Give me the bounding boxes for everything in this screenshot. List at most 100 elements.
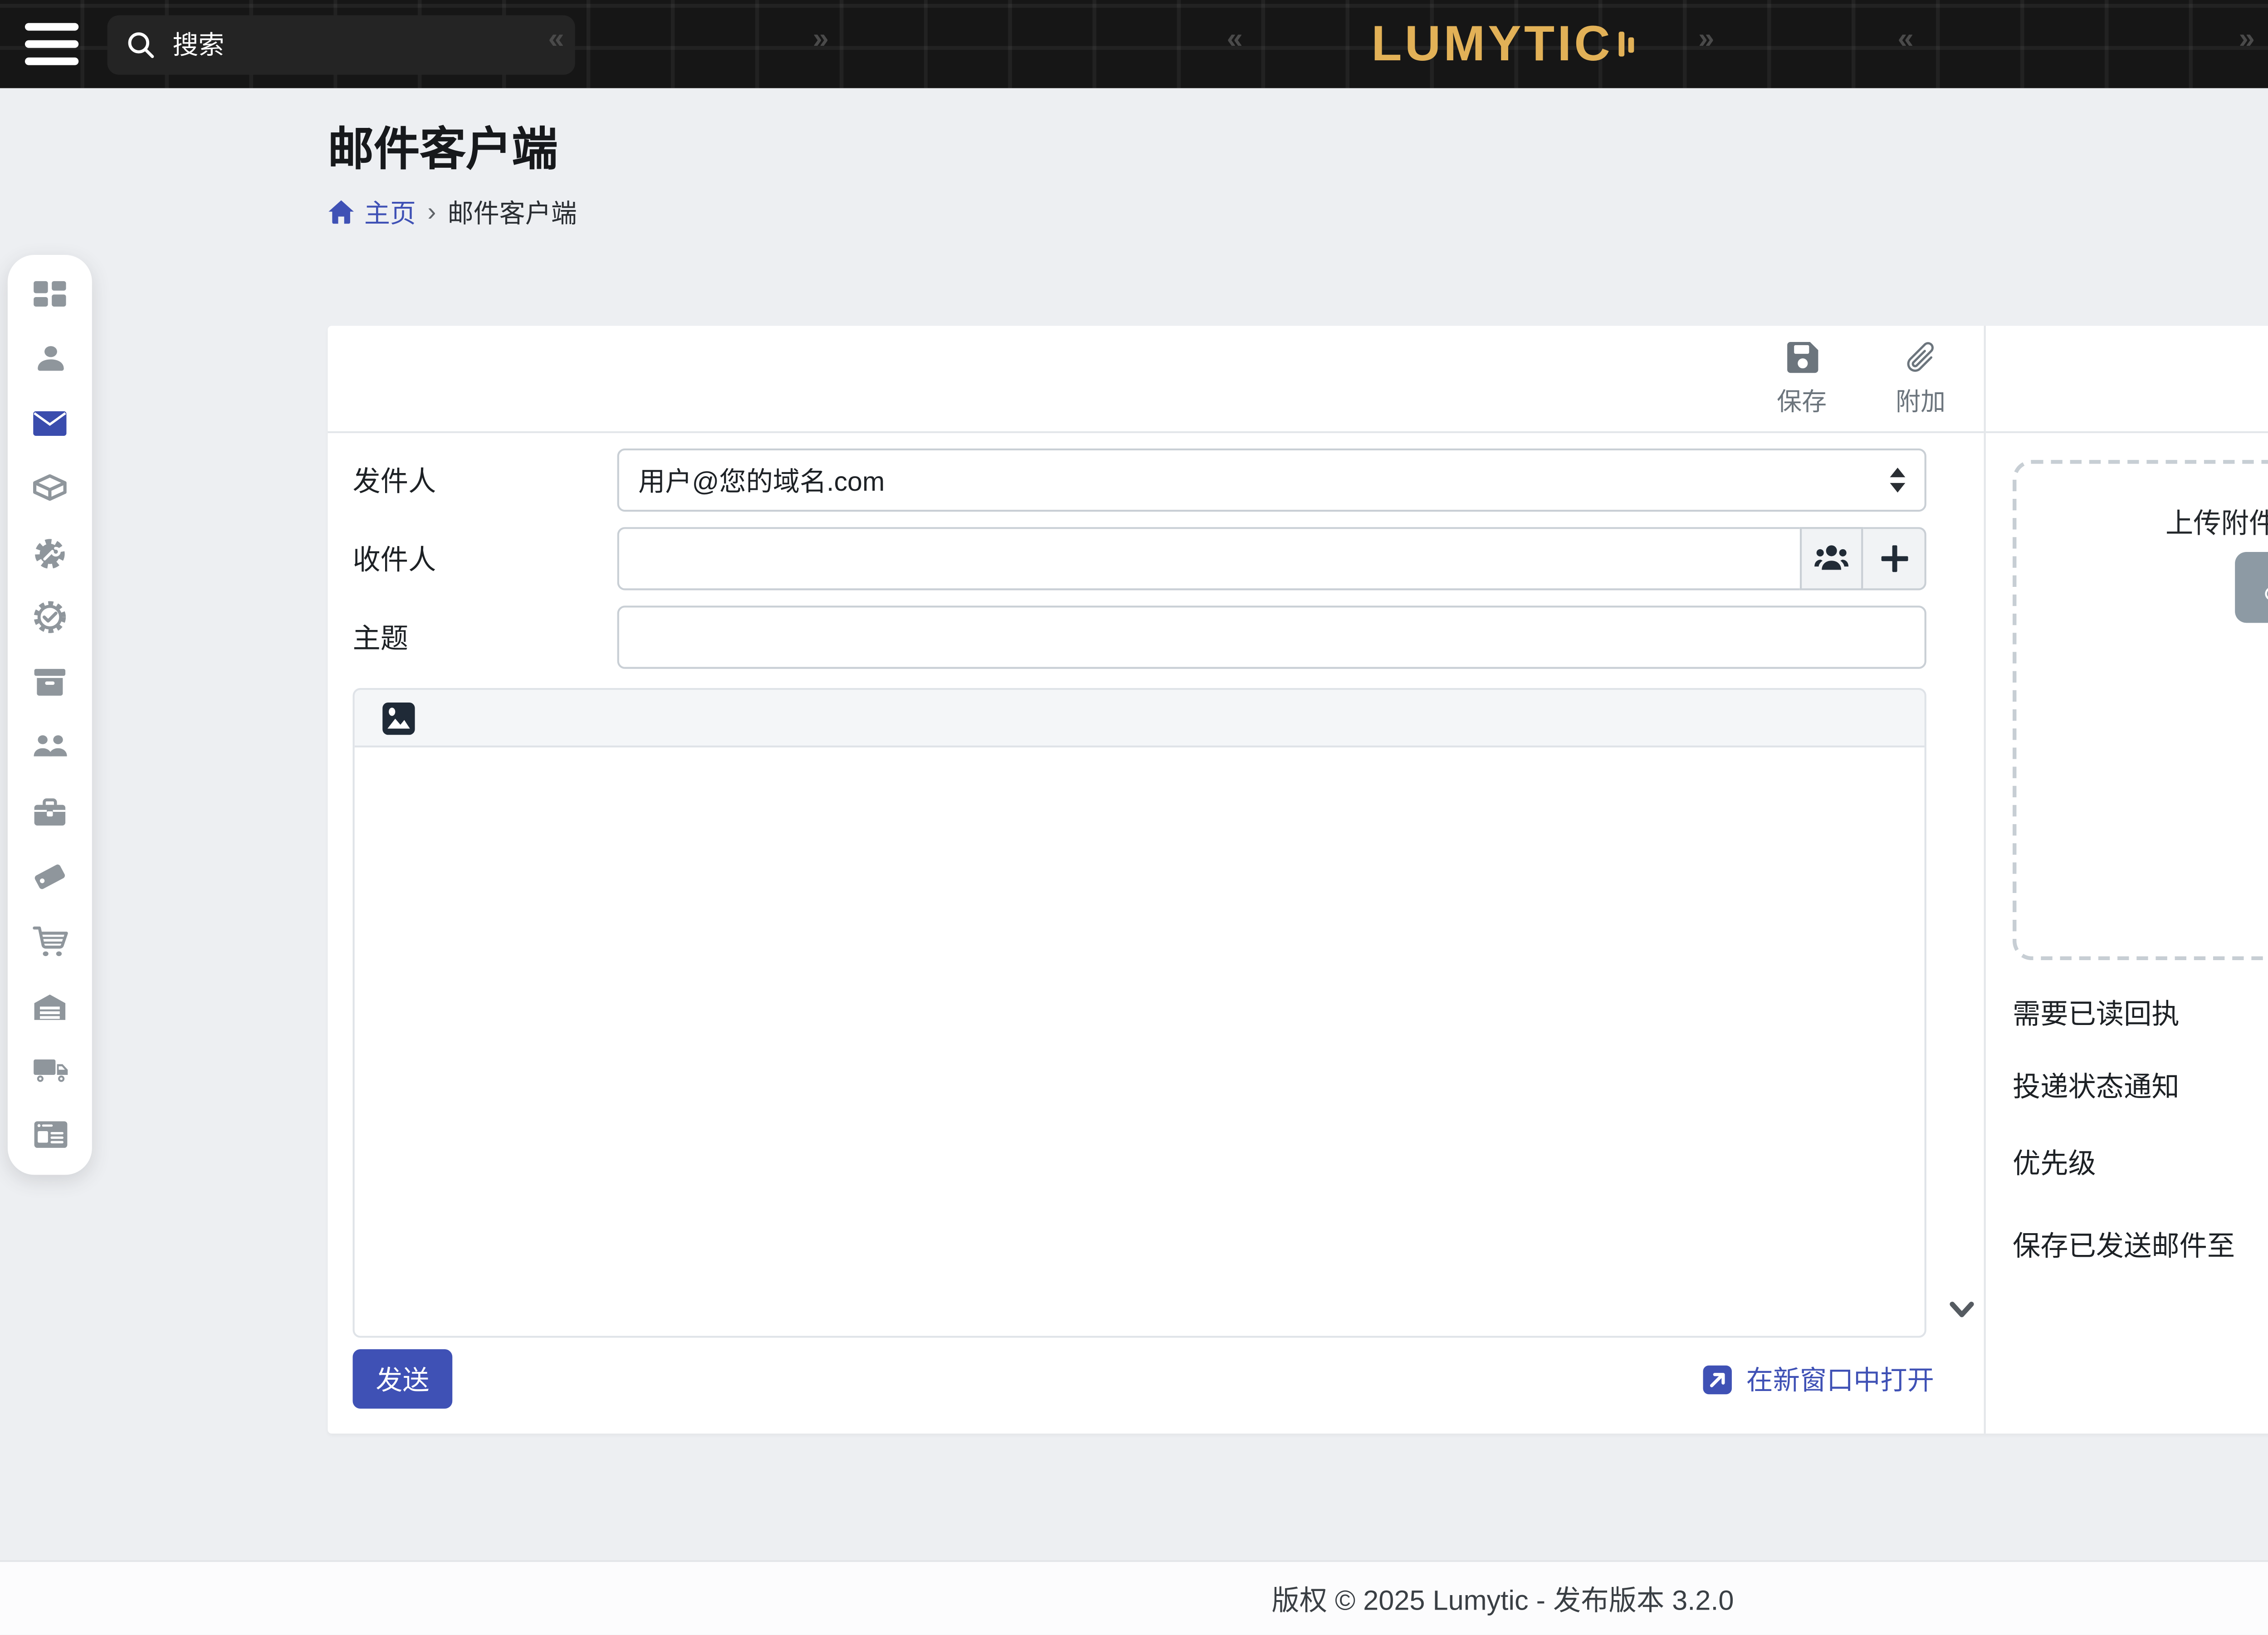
brand-logo: LUMYTIC <box>1371 15 1634 74</box>
page-header: 邮件客户端 主页 › 邮件客户端 <box>328 121 2268 230</box>
composer-toolbar: 保存 附加 <box>328 326 1984 433</box>
sidebar-item-dashboard[interactable] <box>32 276 68 312</box>
priority-row: 优先级 普通 <box>2013 1132 2268 1192</box>
save-sent-row: 保存已发送邮件至 已发送邮件 <box>2013 1215 2268 1274</box>
delivery-status-row: 投递状态通知 <box>2013 1060 2268 1110</box>
mail-composer-card: 保存 附加 发件人 用户@您的域名.com 收件人 <box>328 326 2268 1433</box>
attach-button-label: 附加 <box>1896 381 1945 418</box>
header-pattern-glyph: « <box>1227 23 1242 56</box>
person-icon <box>34 342 66 375</box>
from-label: 发件人 <box>353 460 617 500</box>
attachment-dropzone[interactable]: 上传附件最大不超过 2.0 MB 添加附件 <box>2013 460 2268 960</box>
brand-logo-text: LUMYTIC <box>1371 15 1613 74</box>
breadcrumb-separator: › <box>427 196 436 225</box>
id-card-icon <box>32 1120 68 1151</box>
editor-content-area[interactable] <box>355 747 1925 1336</box>
breadcrumb-current: 邮件客户端 <box>448 192 577 230</box>
header-pattern-glyph: » <box>1698 23 1714 56</box>
options-panel-title: 选项和附件 <box>1986 326 2268 433</box>
archive-icon <box>33 667 67 698</box>
header-pattern-glyph: » <box>813 23 829 56</box>
truck-icon <box>32 1056 68 1085</box>
upload-size-hint: 上传附件最大不超过 2.0 MB <box>2016 502 2268 542</box>
send-row: 发送 在新窗口中打开 <box>353 1349 1934 1409</box>
save-sent-label: 保存已发送邮件至 <box>2013 1225 2268 1265</box>
sidebar-item-products[interactable] <box>32 470 68 507</box>
subject-label: 主题 <box>353 617 617 658</box>
to-label: 收件人 <box>353 538 617 579</box>
footer: 版权 © 2025 Lumytic - 发布版本 3.2.0 <box>0 1560 2268 1635</box>
download-tray-icon <box>2256 684 2268 849</box>
delivery-status-label: 投递状态通知 <box>2013 1064 2268 1105</box>
mail-icon <box>33 410 67 437</box>
save-button[interactable]: 保存 <box>1758 339 1846 418</box>
editor-scroll-chevron[interactable] <box>1950 1296 1975 1330</box>
page-title: 邮件客户端 <box>328 121 2268 182</box>
options-attachments-panel: 选项和附件 上传附件最大不超过 2.0 MB 添加附件 <box>1984 326 2268 1433</box>
global-search[interactable] <box>108 15 575 74</box>
home-icon <box>328 198 355 223</box>
header-pattern-glyph: » <box>2239 23 2255 56</box>
add-recipient-button[interactable] <box>1863 527 1926 590</box>
from-select[interactable]: 用户@您的域名.com <box>617 449 1926 512</box>
search-icon <box>127 29 155 58</box>
sidebar-item-orders[interactable] <box>32 923 68 959</box>
open-in-new-label: 在新窗口中打开 <box>1746 1360 1934 1398</box>
plus-icon <box>1879 544 1908 573</box>
breadcrumb-home-label: 主页 <box>364 192 416 230</box>
header-pattern-glyph: « <box>1897 23 1913 56</box>
sidebar-item-customers[interactable] <box>32 729 68 765</box>
briefcase-icon <box>33 796 67 827</box>
save-button-label: 保存 <box>1777 381 1827 418</box>
top-navbar: « » « » « » LUMYTIC T <box>0 0 2268 88</box>
insert-image-icon[interactable] <box>381 700 416 735</box>
open-in-new-icon <box>1702 1364 1733 1395</box>
send-button[interactable]: 发送 <box>353 1349 453 1409</box>
people-cluster-icon <box>1813 542 1850 575</box>
sidebar-item-archive[interactable] <box>32 664 68 701</box>
subject-input[interactable] <box>617 605 1926 669</box>
shopping-cart-icon <box>32 925 68 958</box>
sidebar-item-warehouse[interactable] <box>32 988 68 1024</box>
paperclip-icon <box>1902 339 1939 376</box>
sidebar-item-mail-active[interactable] <box>32 405 68 442</box>
package-icon <box>33 474 67 503</box>
rich-text-editor <box>353 688 1926 1338</box>
from-select-value: 用户@您的域名.com <box>638 461 1890 499</box>
sidebar-item-approvals[interactable] <box>32 600 68 636</box>
paperclip-icon <box>2262 572 2268 603</box>
breadcrumb-home-link[interactable]: 主页 <box>328 192 416 230</box>
menu-toggle-button[interactable] <box>25 23 78 65</box>
open-in-new-window-link[interactable]: 在新窗口中打开 <box>1702 1360 1934 1398</box>
sidebar-item-contacts[interactable] <box>32 341 68 377</box>
attach-button[interactable]: 附加 <box>1877 339 1965 418</box>
icon-sidebar <box>8 255 92 1175</box>
sidebar-item-projects[interactable] <box>32 794 68 830</box>
sidebar-item-shipping[interactable] <box>32 1053 68 1089</box>
dashboard-grid-icon <box>33 279 67 310</box>
select-updown-icon <box>1890 468 1906 493</box>
options-panel-body: 上传附件最大不超过 2.0 MB 添加附件 <box>1986 433 2268 1274</box>
to-input[interactable] <box>617 527 1800 590</box>
priority-label: 优先级 <box>2013 1142 2268 1183</box>
sidebar-item-services[interactable] <box>32 535 68 571</box>
badge-check-icon <box>33 600 67 635</box>
sidebar-item-pos[interactable] <box>32 1117 68 1153</box>
read-receipt-label: 需要已读回执 <box>2013 992 2268 1032</box>
editor-toolbar <box>355 690 1925 747</box>
copyright-text: 版权 © 2025 Lumytic - 发布版本 3.2.0 <box>1271 1578 1734 1619</box>
search-input[interactable] <box>169 28 556 60</box>
to-row: 收件人 <box>353 527 1984 590</box>
gear-wrench-icon <box>33 536 67 570</box>
from-row: 发件人 用户@您的域名.com <box>353 449 1984 512</box>
add-attachment-button[interactable]: 添加附件 <box>2235 552 2268 623</box>
address-book-button[interactable] <box>1800 527 1863 590</box>
people-group-icon <box>32 732 68 763</box>
warehouse-icon <box>33 991 67 1021</box>
breadcrumb: 主页 › 邮件客户端 <box>328 192 2268 230</box>
signal-bars-icon <box>1619 32 1634 57</box>
read-receipt-row: 需要已读回执 <box>2013 987 2268 1037</box>
floppy-save-icon <box>1784 339 1820 376</box>
sidebar-item-tags[interactable] <box>32 859 68 895</box>
subject-row: 主题 <box>353 605 1984 669</box>
